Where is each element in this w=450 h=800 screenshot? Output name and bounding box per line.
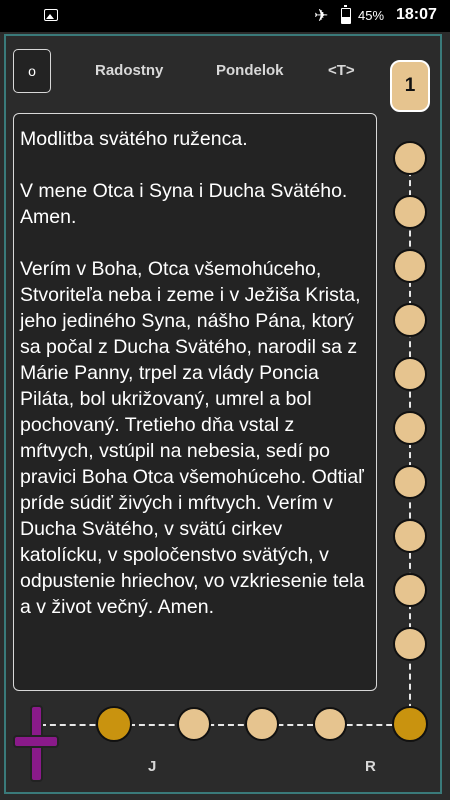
prayer-sign-of-cross: V mene Otca i Syna i Ducha Svätého. Amen… xyxy=(20,180,348,228)
rosary-bead[interactable] xyxy=(393,357,427,391)
nav-button[interactable]: <T> xyxy=(328,62,355,79)
day-title[interactable]: Pondelok xyxy=(216,62,284,79)
prayer-creed: Verím v Boha, Otca všemohúceho, Stvorite… xyxy=(20,258,365,618)
rosary-bead[interactable] xyxy=(393,573,427,607)
our-father-bead[interactable] xyxy=(96,706,132,742)
cross-icon-bar[interactable] xyxy=(13,735,59,748)
battery-percent: 45% xyxy=(358,8,385,23)
rosary-bead[interactable] xyxy=(393,303,427,337)
label-r: R xyxy=(365,758,376,775)
prayer-text-box[interactable]: Modlitba svätého ruženca. V mene Otca i … xyxy=(13,113,377,691)
rosary-bead[interactable] xyxy=(313,707,347,741)
rosary-bead[interactable] xyxy=(393,195,427,229)
rosary-bead[interactable] xyxy=(393,465,427,499)
airplane-icon: ✈ xyxy=(314,6,329,25)
rosary-bead[interactable] xyxy=(393,411,427,445)
rosary-bead[interactable] xyxy=(393,519,427,553)
rosary-bead[interactable] xyxy=(393,249,427,283)
rosary-bead[interactable] xyxy=(177,707,211,741)
label-j: J xyxy=(148,758,157,775)
image-icon xyxy=(44,9,58,21)
battery-icon xyxy=(341,5,351,24)
our-father-bead[interactable] xyxy=(392,706,428,742)
prayer-title: Modlitba svätého ruženca. xyxy=(20,128,248,150)
mystery-title[interactable]: Radostny xyxy=(95,62,163,79)
rosary-bead[interactable] xyxy=(245,707,279,741)
rosary-bead[interactable] xyxy=(393,627,427,661)
rosary-bead[interactable] xyxy=(393,141,427,175)
menu-button[interactable]: o xyxy=(13,49,51,93)
bead-counter[interactable]: 1 xyxy=(390,60,430,112)
clock: 18:07 xyxy=(396,6,437,23)
status-bar: ✈ 45% 18:07 xyxy=(0,0,450,32)
